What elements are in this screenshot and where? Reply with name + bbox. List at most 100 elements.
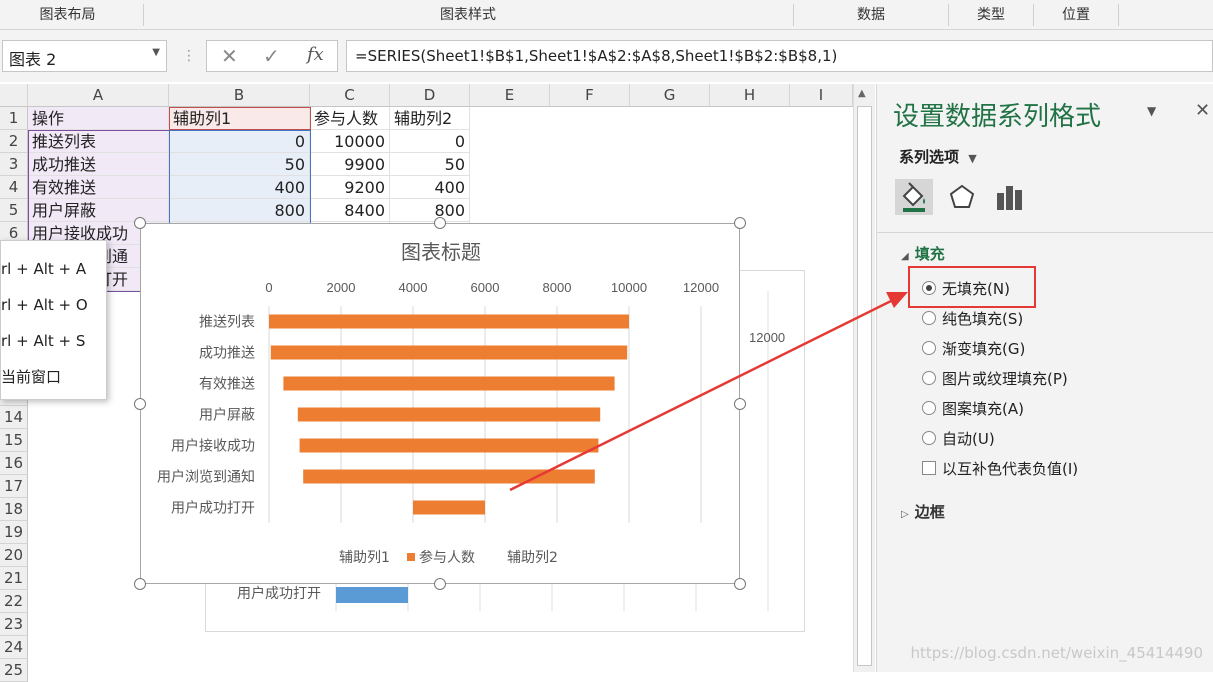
option-solid-fill[interactable]: 纯色填充(S) bbox=[942, 308, 1023, 329]
row-header[interactable]: 23 bbox=[0, 613, 28, 636]
vertical-scrollbar[interactable]: ▲ bbox=[853, 84, 875, 672]
name-box[interactable]: 图表 2 ▼ bbox=[2, 40, 167, 72]
resize-handle[interactable] bbox=[434, 578, 446, 590]
row-header[interactable]: 18 bbox=[0, 498, 28, 521]
row-header[interactable]: 4 bbox=[0, 176, 28, 199]
chevron-down-icon[interactable]: ▼ bbox=[152, 47, 160, 58]
cell[interactable]: 10000 bbox=[310, 130, 390, 153]
legend-label[interactable]: 辅助列2 bbox=[507, 550, 558, 566]
bar[interactable] bbox=[413, 500, 485, 515]
context-menu-item[interactable]: rl + Alt + A bbox=[1, 257, 86, 281]
option-picture-fill[interactable]: 图片或纹理填充(P) bbox=[942, 368, 1068, 389]
context-menu-item[interactable]: rl + Alt + O bbox=[1, 293, 88, 317]
resize-handle[interactable] bbox=[434, 217, 446, 229]
bar[interactable] bbox=[297, 407, 601, 422]
cell[interactable]: 推送列表 bbox=[28, 130, 169, 153]
series-options-tab[interactable] bbox=[991, 179, 1029, 215]
cell[interactable]: 400 bbox=[390, 176, 470, 199]
select-all-corner[interactable] bbox=[0, 84, 28, 107]
bar[interactable] bbox=[269, 314, 629, 329]
chart[interactable]: 图表标题 0 2000 4000 6000 8000 10000 12000 推送列表 成功推… bbox=[140, 223, 740, 584]
row-header[interactable]: 5 bbox=[0, 199, 28, 222]
bar[interactable] bbox=[303, 469, 595, 484]
radio-automatic[interactable] bbox=[922, 431, 936, 445]
radio-picture-fill[interactable] bbox=[922, 371, 936, 385]
col-header-b[interactable]: B bbox=[169, 84, 310, 107]
cancel-icon[interactable]: ✕ bbox=[221, 44, 238, 68]
context-menu-item[interactable]: rl + Alt + S bbox=[1, 329, 85, 353]
row-header[interactable]: 21 bbox=[0, 567, 28, 590]
option-gradient-fill[interactable]: 渐变填充(G) bbox=[942, 338, 1025, 359]
cell[interactable]: 0 bbox=[390, 130, 470, 153]
col-header-h[interactable]: H bbox=[710, 84, 790, 107]
pane-options-chevron-icon[interactable]: ▼ bbox=[1147, 104, 1156, 118]
cell[interactable]: 操作 bbox=[28, 107, 169, 130]
cell[interactable]: 800 bbox=[169, 199, 310, 222]
col-header-g[interactable]: G bbox=[630, 84, 710, 107]
row-header[interactable]: 17 bbox=[0, 475, 28, 498]
bar[interactable] bbox=[270, 345, 628, 360]
option-invert-negative[interactable]: 以互补色代表负值(I) bbox=[942, 458, 1078, 479]
radio-no-fill[interactable] bbox=[922, 281, 936, 295]
row-header[interactable]: 14 bbox=[0, 406, 28, 429]
close-icon[interactable]: ✕ bbox=[1195, 100, 1210, 121]
resize-handle[interactable] bbox=[134, 578, 146, 590]
row-header[interactable]: 15 bbox=[0, 429, 28, 452]
fill-section-header[interactable]: ◢ 填充 bbox=[901, 243, 945, 264]
col-header-a[interactable]: A bbox=[28, 84, 169, 107]
border-section-header[interactable]: ▷ 边框 bbox=[901, 501, 945, 522]
row-header[interactable]: 16 bbox=[0, 452, 28, 475]
row-header[interactable]: 20 bbox=[0, 544, 28, 567]
insert-function-icon[interactable]: fx bbox=[307, 44, 324, 65]
cell[interactable]: 9200 bbox=[310, 176, 390, 199]
cell[interactable]: 400 bbox=[169, 176, 310, 199]
cell[interactable]: 50 bbox=[169, 153, 310, 176]
cell[interactable]: 有效推送 bbox=[28, 176, 169, 199]
cell[interactable]: 辅助列1 bbox=[169, 107, 310, 130]
row-header[interactable]: 19 bbox=[0, 521, 28, 544]
cell[interactable]: 8400 bbox=[310, 199, 390, 222]
confirm-icon[interactable]: ✓ bbox=[263, 44, 280, 68]
effects-tab[interactable] bbox=[943, 179, 981, 215]
row-header[interactable]: 2 bbox=[0, 130, 28, 153]
fill-line-tab[interactable] bbox=[895, 179, 933, 215]
row-header[interactable]: 25 bbox=[0, 659, 28, 682]
resize-handle[interactable] bbox=[734, 217, 746, 229]
resize-handle[interactable] bbox=[134, 217, 146, 229]
scroll-up-icon[interactable]: ▲ bbox=[858, 88, 866, 99]
radio-solid-fill[interactable] bbox=[922, 311, 936, 325]
cell[interactable]: 辅助列2 bbox=[390, 107, 470, 130]
col-header-c[interactable]: C bbox=[310, 84, 390, 107]
bar[interactable] bbox=[283, 376, 615, 391]
cell[interactable]: 成功推送 bbox=[28, 153, 169, 176]
resize-handle[interactable] bbox=[734, 578, 746, 590]
legend-label[interactable]: 辅助列1 bbox=[339, 550, 390, 566]
row-header[interactable]: 1 bbox=[0, 107, 28, 130]
bar[interactable] bbox=[299, 438, 599, 453]
col-header-i[interactable]: I bbox=[790, 84, 853, 107]
bar[interactable] bbox=[336, 587, 408, 603]
cell[interactable]: 参与人数 bbox=[310, 107, 390, 130]
option-no-fill[interactable]: 无填充(N) bbox=[942, 278, 1010, 299]
cell[interactable]: 9900 bbox=[310, 153, 390, 176]
resize-handle[interactable] bbox=[734, 398, 746, 410]
scroll-thumb[interactable] bbox=[857, 106, 872, 666]
col-header-d[interactable]: D bbox=[390, 84, 470, 107]
row-header[interactable]: 24 bbox=[0, 636, 28, 659]
row-header[interactable]: 3 bbox=[0, 153, 28, 176]
col-header-e[interactable]: E bbox=[470, 84, 550, 107]
series-options-dropdown[interactable]: 系列选项 ▼ bbox=[899, 146, 977, 167]
resize-handle[interactable] bbox=[134, 398, 146, 410]
invert-negative-checkbox[interactable] bbox=[922, 461, 936, 475]
radio-gradient-fill[interactable] bbox=[922, 341, 936, 355]
cell[interactable]: 用户屏蔽 bbox=[28, 199, 169, 222]
option-automatic[interactable]: 自动(U) bbox=[942, 428, 995, 449]
context-menu-item[interactable]: 当前窗口 bbox=[1, 365, 61, 389]
option-pattern-fill[interactable]: 图案填充(A) bbox=[942, 398, 1024, 419]
cell[interactable]: 50 bbox=[390, 153, 470, 176]
radio-pattern-fill[interactable] bbox=[922, 401, 936, 415]
legend-label[interactable]: 参与人数 bbox=[419, 549, 475, 566]
cell[interactable]: 0 bbox=[169, 130, 310, 153]
col-header-f[interactable]: F bbox=[550, 84, 630, 107]
chart-title[interactable]: 图表标题 bbox=[401, 240, 481, 264]
